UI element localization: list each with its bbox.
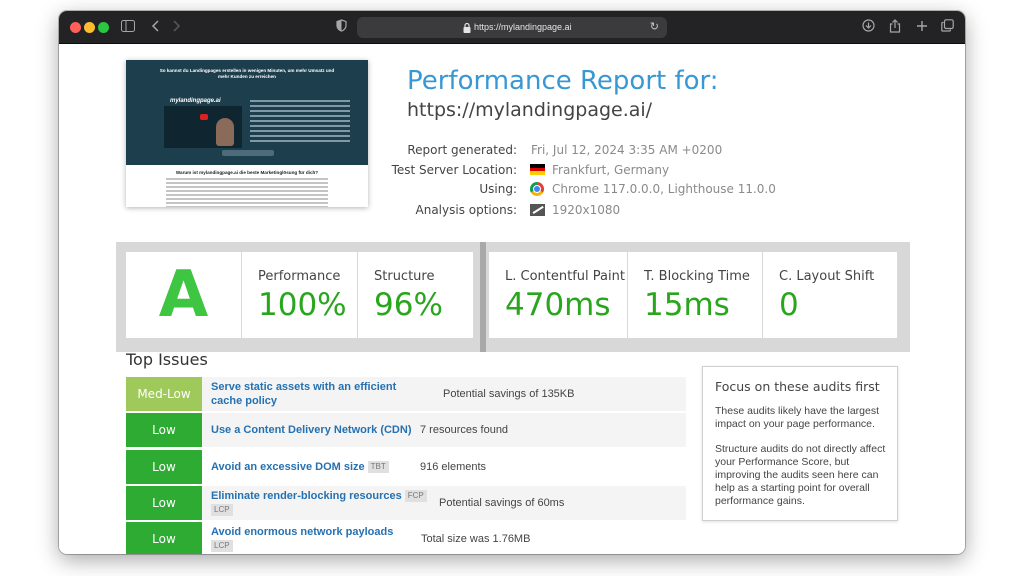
issue-link[interactable]: Avoid an excessive DOM size (211, 461, 365, 473)
cls-value: 0 (779, 287, 799, 323)
meta-analysis-options: Analysis options: 1920x1080 (359, 201, 779, 219)
structure-label: Structure (374, 269, 435, 284)
issue-detail: 7 resources found (420, 424, 509, 436)
focus-title: Focus on these audits first (715, 379, 880, 394)
grade-card: A (126, 252, 241, 338)
issue-name-cell: Eliminate render-blocking resources FCP LC… (211, 489, 429, 517)
issue-name-cell: Avoid enormous network payloads LCP (211, 525, 429, 553)
issue-row[interactable]: Low Eliminate render-blocking resources F… (126, 486, 686, 520)
issue-link[interactable]: Use a Content Delivery Network (CDN) (211, 423, 429, 437)
thumbnail-text-lines (250, 100, 350, 145)
cls-card: C. Layout Shift 0 (763, 252, 897, 338)
forward-icon[interactable] (167, 19, 185, 36)
lcp-value: 470ms (505, 287, 611, 323)
thumbnail-cta (222, 150, 274, 156)
thumbnail-headline: So kannst du Landingpages erstellen in w… (159, 68, 335, 79)
address-bar[interactable]: https://mylandingpage.ai ↻ (357, 17, 667, 38)
page-screenshot-thumbnail: So kannst du Landingpages erstellen in w… (126, 60, 368, 207)
performance-card: Performance 100% (242, 252, 357, 338)
close-window-button[interactable] (70, 22, 81, 33)
reload-icon[interactable]: ↻ (650, 20, 659, 34)
thumbnail-logo: mylandingpage.ai (170, 98, 221, 104)
metric-tag: LCP (211, 504, 233, 516)
tbt-value: 15ms (644, 287, 730, 323)
severity-badge: Low (126, 413, 202, 447)
lcp-label: L. Contentful Paint (505, 269, 625, 284)
lock-icon (463, 21, 471, 33)
play-icon (200, 114, 208, 120)
issue-detail: Potential savings of 135KB (443, 388, 575, 400)
minimize-window-button[interactable] (84, 22, 95, 33)
page-content: So kannst du Landingpages erstellen in w… (59, 44, 965, 554)
new-tab-icon[interactable] (913, 19, 931, 36)
severity-badge: Low (126, 486, 202, 520)
score-bar: A Performance 100% Structure 96% L. Cont… (116, 242, 910, 352)
issue-detail: Total size was 1.76MB (421, 533, 531, 545)
thumbnail-section-heading: Warum ist mylandingpage.ai die beste Mar… (175, 170, 319, 175)
metric-tag: TBT (367, 461, 389, 473)
performance-label: Performance (258, 269, 341, 284)
severity-badge: Low (126, 450, 202, 484)
meta-value: Frankfurt, Germany (552, 163, 670, 177)
zoom-window-button[interactable] (98, 22, 109, 33)
cls-label: C. Layout Shift (779, 269, 875, 284)
chrome-icon (530, 182, 546, 196)
meta-label: Using: (479, 182, 517, 196)
performance-value: 100% (258, 287, 347, 323)
issue-name-cell: Avoid an excessive DOM size TBT (211, 460, 429, 474)
issue-link[interactable]: Serve static assets with an efficient ca… (211, 380, 429, 408)
issue-row[interactable]: Low Use a Content Delivery Network (CDN)… (126, 413, 686, 447)
structure-value: 96% (374, 287, 443, 323)
meta-value: Chrome 117.0.0.0, Lighthouse 11.0.0 (552, 182, 776, 196)
score-divider (480, 242, 486, 352)
privacy-shield-icon[interactable] (332, 19, 350, 36)
browser-toolbar: https://mylandingpage.ai ↻ (59, 11, 965, 44)
meta-label: Analysis options: (415, 203, 518, 217)
page-title: Performance Report for: (407, 66, 719, 96)
report-url[interactable]: https://mylandingpage.ai/ (407, 97, 652, 123)
focus-audits-panel: Focus on these audits first These audits… (702, 366, 898, 521)
tbt-card: T. Blocking Time 15ms (628, 252, 762, 338)
issue-row[interactable]: Med-Low Serve static assets with an effi… (126, 377, 686, 411)
focus-paragraph: Structure audits do not directly affect … (715, 443, 886, 507)
thumbnail-presenter (216, 118, 234, 146)
meta-test-server-location: Test Server Location: Frankfurt, Germany (359, 161, 779, 179)
address-bar-url: https://mylandingpage.ai (474, 22, 572, 32)
metric-tag: LCP (211, 540, 233, 552)
meta-label: Test Server Location: (391, 163, 517, 177)
focus-paragraph: These audits likely have the largest imp… (715, 405, 880, 430)
structure-card: Structure 96% (358, 252, 473, 338)
issue-row[interactable]: Low Avoid enormous network payloads LCP T… (126, 522, 686, 554)
meta-using: Using: Chrome 117.0.0.0, Lighthouse 11.0… (359, 180, 779, 198)
sidebar-icon[interactable] (119, 19, 137, 36)
meta-value: 1920x1080 (552, 203, 621, 217)
share-icon[interactable] (886, 19, 904, 36)
back-icon[interactable] (147, 19, 165, 36)
tbt-label: T. Blocking Time (644, 269, 750, 284)
severity-badge: Low (126, 522, 202, 554)
downloads-icon[interactable] (859, 19, 877, 36)
issue-detail: Potential savings of 60ms (439, 497, 565, 509)
severity-badge: Med-Low (126, 377, 202, 411)
issue-link[interactable]: Avoid enormous network payloads (211, 526, 393, 538)
germany-flag-icon (530, 163, 546, 177)
lcp-card: L. Contentful Paint 470ms (489, 252, 627, 338)
thumbnail-hero: So kannst du Landingpages erstellen in w… (126, 60, 368, 165)
meta-label: Report generated: (407, 143, 517, 157)
issue-row[interactable]: Low Avoid an excessive DOM size TBT 916 e… (126, 450, 686, 484)
metric-tag: FCP (404, 490, 427, 502)
meta-report-generated: Report generated: Fri, Jul 12, 2024 3:35… (359, 141, 779, 159)
issue-link[interactable]: Eliminate render-blocking resources (211, 490, 402, 502)
issue-detail: 916 elements (420, 461, 487, 473)
tab-overview-icon[interactable] (938, 19, 956, 36)
thumbnail-body-lines (166, 178, 328, 207)
browser-window: https://mylandingpage.ai ↻ So kannst du … (59, 11, 965, 554)
viewport-icon (530, 203, 546, 217)
top-issues-heading: Top Issues (126, 350, 208, 369)
grade-letter: A (158, 258, 209, 332)
meta-value: Fri, Jul 12, 2024 3:35 AM +0200 (531, 143, 723, 157)
